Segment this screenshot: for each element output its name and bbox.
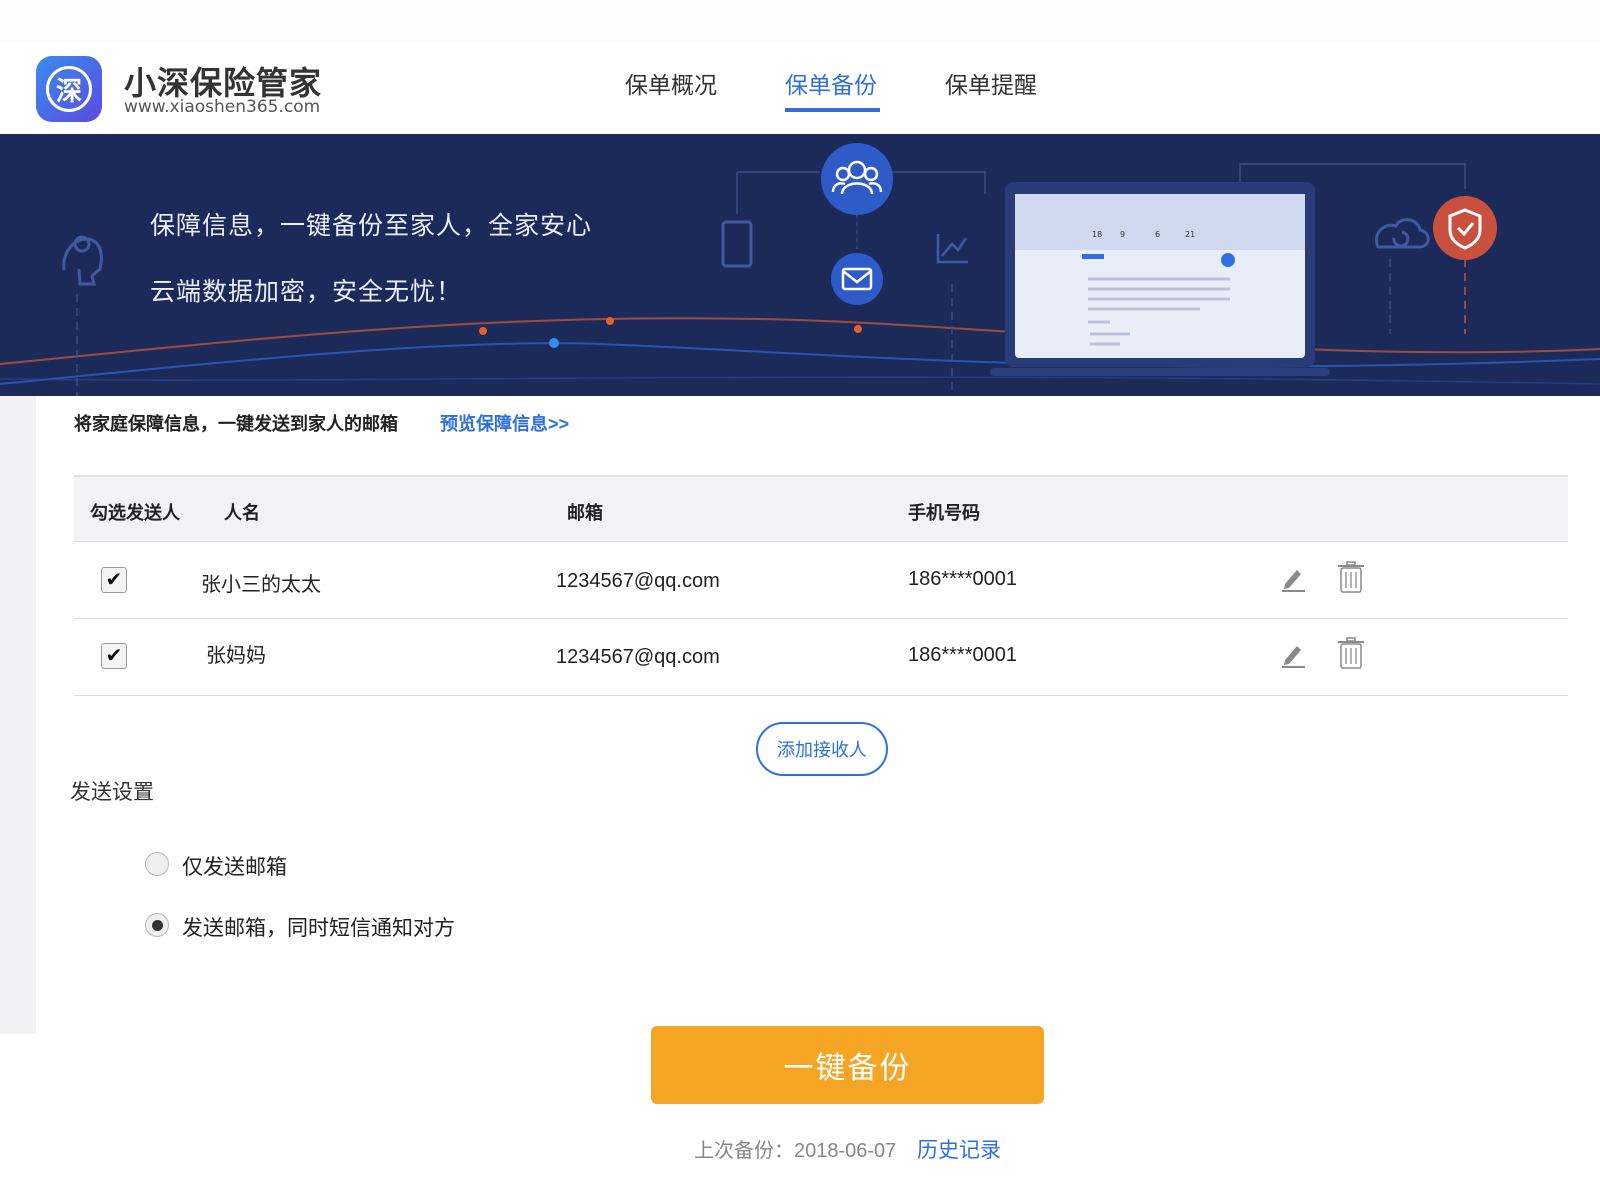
row-1-name: 张小三的太太 xyxy=(201,574,321,596)
row-divider xyxy=(74,695,1568,696)
head-icon xyxy=(62,235,103,286)
laptop-mockup: 18 9 6 21 xyxy=(990,182,1330,376)
shield-icon-bg xyxy=(1433,196,1497,260)
add-recipient-button[interactable]: 添加接收人 xyxy=(756,722,888,776)
mail-icon-bg xyxy=(831,253,883,305)
row-2-phone: 186****0001 xyxy=(908,644,1017,666)
banner-headline-2: 云端数据加密，安全无忧！ xyxy=(150,278,463,306)
intro-text: 将家庭保障信息，一键发送到家人的邮箱 xyxy=(74,414,398,434)
mockup-stat-1: 18 xyxy=(1092,230,1102,239)
banner-headline-1: 保障信息，一键备份至家人，全家安心 xyxy=(150,212,593,240)
chart-icon xyxy=(936,234,968,264)
nav-tab-policy-reminder[interactable]: 保单提醒 xyxy=(945,66,1037,100)
th-select-sender: 勾选发送人 xyxy=(90,503,180,523)
promo-banner: 18 9 6 21 xyxy=(0,134,1600,396)
th-email: 邮箱 xyxy=(567,503,603,523)
brand-url: www.xiaoshen365.com xyxy=(124,97,321,117)
th-name: 人名 xyxy=(224,503,260,523)
row-divider xyxy=(74,618,1568,619)
recipients-table-header xyxy=(74,475,1568,542)
radio-email-and-sms[interactable] xyxy=(145,913,169,937)
nav-active-underline xyxy=(785,108,880,112)
left-gutter xyxy=(0,396,36,1034)
send-settings-title: 发送设置 xyxy=(70,781,154,804)
brand-logo-char: 深 xyxy=(46,66,92,112)
history-records-link[interactable]: 历史记录 xyxy=(917,1134,1001,1164)
row-2-email: 1234567@qq.com xyxy=(556,646,720,668)
trash-icon[interactable] xyxy=(1336,637,1366,669)
row-1-checkbox[interactable]: ✔ xyxy=(101,567,127,593)
pencil-icon[interactable] xyxy=(1279,564,1307,592)
cloud-sync-icon xyxy=(1375,218,1430,249)
row-2-checkbox[interactable]: ✔ xyxy=(101,643,127,669)
row-1-email: 1234567@qq.com xyxy=(556,570,720,592)
banner-illustration: 18 9 6 21 xyxy=(0,143,1600,396)
brand-logo[interactable]: 深 xyxy=(36,56,102,122)
pencil-icon[interactable] xyxy=(1279,640,1307,668)
trash-icon[interactable] xyxy=(1336,561,1366,593)
nav-tab-policy-backup[interactable]: 保单备份 xyxy=(785,66,877,100)
one-click-backup-button[interactable]: 一键备份 xyxy=(651,1026,1044,1104)
phone-icon xyxy=(721,220,753,268)
check-icon: ✔ xyxy=(105,645,123,667)
mockup-stat-3: 6 xyxy=(1155,230,1160,239)
radio-selected-dot xyxy=(151,919,163,931)
mockup-stat-4: 21 xyxy=(1185,230,1195,239)
nav-tab-policy-overview[interactable]: 保单概况 xyxy=(625,66,717,100)
radio-email-only-label[interactable]: 仅发送邮箱 xyxy=(182,851,287,881)
check-icon: ✔ xyxy=(105,569,123,591)
row-2-name: 张妈妈 xyxy=(206,645,266,667)
mockup-stat-2: 9 xyxy=(1120,230,1125,239)
row-1-phone: 186****0001 xyxy=(908,568,1017,590)
radio-email-only[interactable] xyxy=(145,852,169,876)
preview-coverage-link[interactable]: 预览保障信息>> xyxy=(440,410,569,436)
top-strip xyxy=(0,0,1600,42)
th-phone: 手机号码 xyxy=(908,503,980,523)
last-backup-date: 上次备份：2018-06-07 xyxy=(694,1140,897,1162)
radio-email-and-sms-label[interactable]: 发送邮箱，同时短信通知对方 xyxy=(182,912,455,942)
